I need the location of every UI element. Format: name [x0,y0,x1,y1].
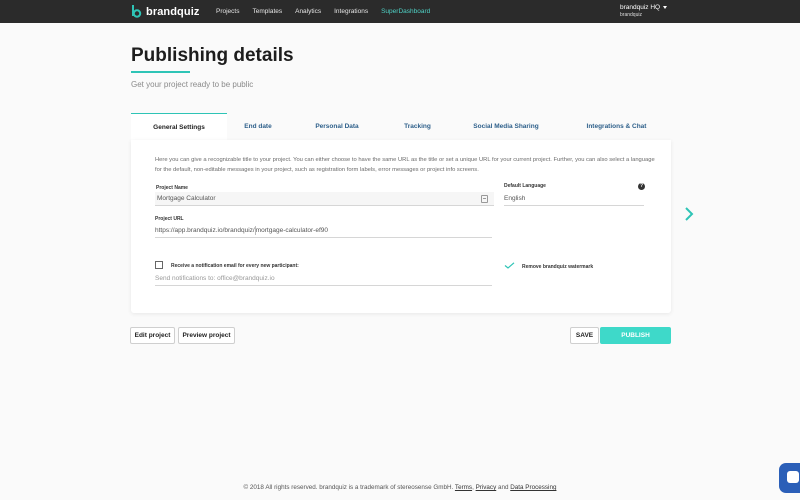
tab-general-settings[interactable]: General Settings [131,113,227,140]
page-title: Publishing details [131,45,294,66]
project-name-field[interactable] [155,192,494,206]
default-language-select[interactable]: English [504,192,644,206]
nav-integrations[interactable]: Integrations [334,8,368,15]
main-nav: Projects Templates Analytics Integration… [216,0,443,23]
brand-logo[interactable]: brandquiz [131,3,199,20]
project-name-input[interactable] [157,195,494,202]
notification-email-input[interactable] [155,275,492,282]
tab-tracking[interactable]: Tracking [385,113,450,140]
footer-comma: , [472,484,474,491]
footer-terms-link[interactable]: Terms [455,484,472,491]
notification-label: Receive a notification email for every n… [171,263,299,269]
nav-analytics[interactable]: Analytics [295,8,321,15]
checkmark-icon[interactable] [504,262,515,269]
tab-social-media-sharing[interactable]: Social Media Sharing [450,113,562,140]
nav-superdashboard[interactable]: SuperDashboard [381,8,430,15]
top-navbar: brandquiz Projects Templates Analytics I… [0,0,800,23]
chat-icon[interactable] [779,463,800,493]
nav-templates[interactable]: Templates [252,8,282,15]
project-url-label: Project URL [155,216,184,222]
preview-project-button[interactable]: Preview project [178,327,235,344]
account-menu[interactable]: brandquiz HQ brandquiz [620,4,668,18]
footer-and: and [497,484,509,491]
caret-down-icon [663,6,668,9]
general-settings-card: Here you can give a recognizable title t… [131,140,671,313]
watermark-label: Remove brandquiz watermark [522,264,594,270]
project-url-slug-input[interactable] [255,227,492,234]
nav-projects[interactable]: Projects [216,8,239,15]
tab-end-date[interactable]: End date [227,113,289,140]
account-name: brandquiz HQ [620,4,661,11]
brand-name: brandquiz [146,5,200,18]
footer: © 2018 All rights reserved. brandquiz is… [0,484,800,491]
publish-button[interactable]: PUBLISH [600,327,671,344]
edit-project-button[interactable]: Edit project [130,327,175,344]
footer-privacy-link[interactable]: Privacy [476,484,497,491]
footer-data-processing-link[interactable]: Data Processing [510,484,556,491]
notification-checkbox[interactable] [155,261,163,269]
save-button[interactable]: SAVE [570,327,599,344]
settings-tabs: General Settings End date Personal Data … [131,113,671,140]
default-language-value: English [504,195,526,202]
notification-email-field[interactable] [155,272,492,286]
account-name-row: brandquiz HQ [620,4,668,11]
calendar-icon[interactable] [481,195,488,203]
brandquiz-logo-icon [132,5,142,18]
intro-text: Here you can give a recognizable title t… [155,157,655,173]
chevron-right-icon[interactable] [683,207,695,221]
tab-integrations-chat[interactable]: Integrations & Chat [562,113,671,140]
default-language-label: Default Language [504,183,546,189]
page-subtitle: Get your project ready to be public [131,80,254,89]
tab-personal-data[interactable]: Personal Data [289,113,385,140]
footer-text: © 2018 All rights reserved. brandquiz is… [243,484,454,491]
project-url-prefix: https://app.brandquiz.io/brandquiz/ [155,227,255,234]
account-subname: brandquiz [620,12,642,18]
project-name-label: Project Name [156,185,188,191]
project-url-field[interactable]: https://app.brandquiz.io/brandquiz/ [155,224,492,238]
title-underline [131,71,190,73]
help-icon[interactable]: ? [638,183,645,190]
